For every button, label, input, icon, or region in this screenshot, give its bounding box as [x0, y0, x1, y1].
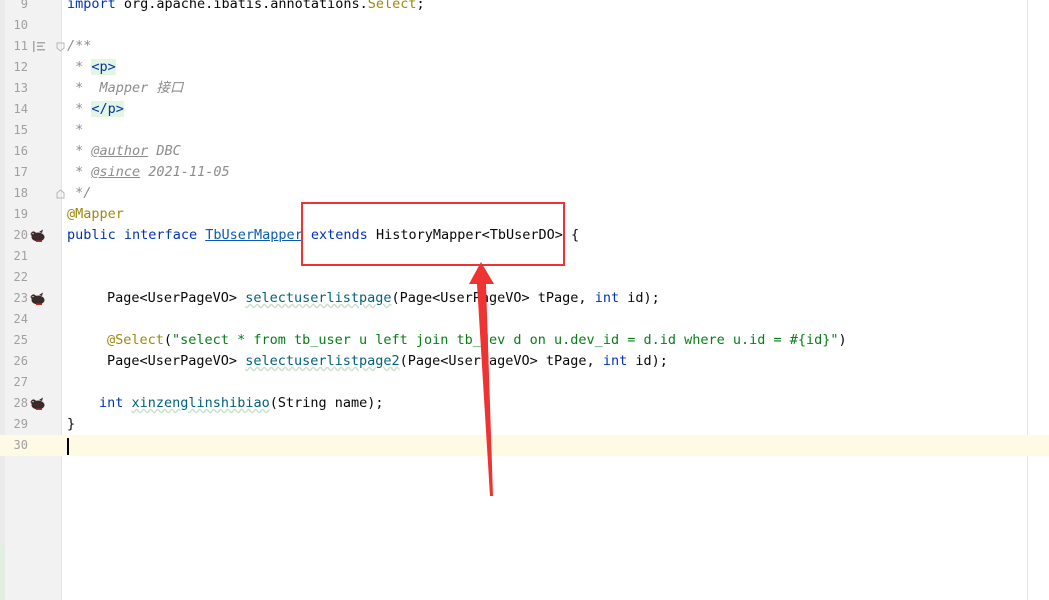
params: (String name); [269, 395, 384, 411]
params: (Page<UserPageVO> tPage, [391, 290, 595, 306]
annotation-name: Select [367, 0, 417, 12]
line-number: 9 [20, 0, 28, 11]
highlight-callout-box [301, 202, 565, 266]
comment-text: * [67, 122, 84, 138]
code-line-method[interactable]: Page<UserPageVO> selectuserlistpage(Page… [107, 288, 660, 309]
comment-star: * [67, 59, 92, 75]
code-line-annotation[interactable]: @Mapper [67, 204, 124, 225]
line-number: 12 [13, 60, 28, 74]
open-brace: { [571, 227, 580, 243]
render-doc-icon[interactable] [33, 41, 45, 52]
comment-star: * [67, 101, 92, 117]
mybatis-icon[interactable] [30, 397, 46, 411]
annotation-mapper: @Mapper [67, 206, 124, 222]
code-line-import[interactable]: import org.apache.ibatis.annotations.Sel… [67, 0, 425, 15]
code-line-doc-start[interactable]: /** [67, 36, 91, 57]
line-number: 28 [13, 396, 28, 410]
doc-tag-author: @author [91, 143, 149, 159]
fold-end-marker-icon[interactable] [56, 189, 65, 199]
line-number: 22 [13, 270, 28, 284]
gutter-divider [61, 0, 62, 600]
code-line-doc[interactable]: * [67, 120, 83, 141]
paren: ( [163, 332, 173, 348]
code-line-doc-end[interactable]: */ [67, 183, 91, 204]
line-number: 15 [13, 123, 28, 137]
left-tool-strip [0, 0, 5, 600]
semicolon: ; [416, 0, 425, 12]
mybatis-icon[interactable] [30, 292, 46, 306]
keyword: import [67, 0, 116, 12]
line-number: 26 [13, 354, 28, 368]
right-margin-guide [1027, 0, 1028, 600]
return-type: Page<UserPageVO> [107, 353, 238, 369]
close-brace: } [67, 416, 76, 432]
params: id); [619, 290, 660, 306]
fold-marker-icon[interactable] [56, 42, 65, 52]
package-path: org.apache.ibatis.annotations. [115, 0, 368, 12]
line-number: 24 [13, 312, 28, 326]
code-line-doc[interactable]: * </p> [67, 99, 124, 120]
method-name[interactable]: selectuserlistpage2 [245, 353, 399, 369]
comment-star: * [67, 143, 92, 159]
text-caret [67, 438, 69, 455]
line-number: 27 [13, 375, 28, 389]
sql-string: "select * from tb_user u left join tb_de… [172, 332, 839, 348]
line-number: 17 [13, 165, 28, 179]
line-number: 23 [13, 291, 28, 305]
line-number: 19 [13, 207, 28, 221]
keyword: int [602, 353, 628, 369]
code-line-doc[interactable]: * @author DBC [67, 141, 181, 162]
html-tag: <p> [91, 59, 116, 75]
line-number: 11 [13, 39, 28, 53]
doc-tag-value: DBC [148, 143, 181, 159]
method-name[interactable]: xinzenglinshibiao [132, 395, 270, 411]
comment-text: * Mapper 接口 [67, 80, 184, 96]
code-editor[interactable]: 9 10 11 12 13 14 15 16 17 18 19 20 21 22… [0, 0, 1049, 600]
params: id); [627, 353, 668, 369]
keyword: int [99, 395, 124, 411]
line-number: 16 [13, 144, 28, 158]
interface-name[interactable]: TbUserMapper [205, 227, 303, 243]
code-line-close[interactable]: } [67, 414, 75, 435]
return-type: Page<UserPageVO> [107, 290, 238, 306]
keyword: public [67, 227, 116, 243]
code-line-select-annotation[interactable]: @Select("select * from tb_user u left jo… [107, 330, 847, 351]
code-line-doc[interactable]: * <p> [67, 57, 116, 78]
annotation-select: @Select [107, 332, 164, 348]
code-line-method[interactable]: int xinzenglinshibiao(String name); [99, 393, 384, 414]
comment-text: /** [67, 38, 92, 54]
left-tool-strip-highlight [0, 545, 5, 600]
line-number: 29 [13, 417, 28, 431]
method-name[interactable]: selectuserlistpage [245, 290, 391, 306]
line-number: 13 [13, 81, 28, 95]
params: (Page<UserPageVO> tPage, [399, 353, 603, 369]
keyword: interface [123, 227, 198, 243]
paren: ) [838, 332, 847, 348]
line-number: 25 [13, 333, 28, 347]
doc-tag-value: 2021-11-05 [140, 164, 230, 180]
line-number: 30 [13, 438, 28, 452]
comment-text: */ [67, 185, 92, 201]
line-number: 14 [13, 102, 28, 116]
line-number: 10 [13, 18, 28, 32]
html-tag: </p> [91, 101, 124, 117]
current-line-highlight [0, 435, 1049, 456]
line-number: 21 [13, 249, 28, 263]
doc-tag-since: @since [91, 164, 141, 180]
line-number: 18 [13, 186, 28, 200]
code-line-method[interactable]: Page<UserPageVO> selectuserlistpage2(Pag… [107, 351, 668, 372]
comment-star: * [67, 164, 92, 180]
code-line-doc[interactable]: * @since 2021-11-05 [67, 162, 230, 183]
code-line-doc[interactable]: * Mapper 接口 [67, 78, 183, 99]
mybatis-icon[interactable] [30, 229, 46, 243]
keyword: int [594, 290, 620, 306]
line-number: 20 [13, 228, 28, 242]
